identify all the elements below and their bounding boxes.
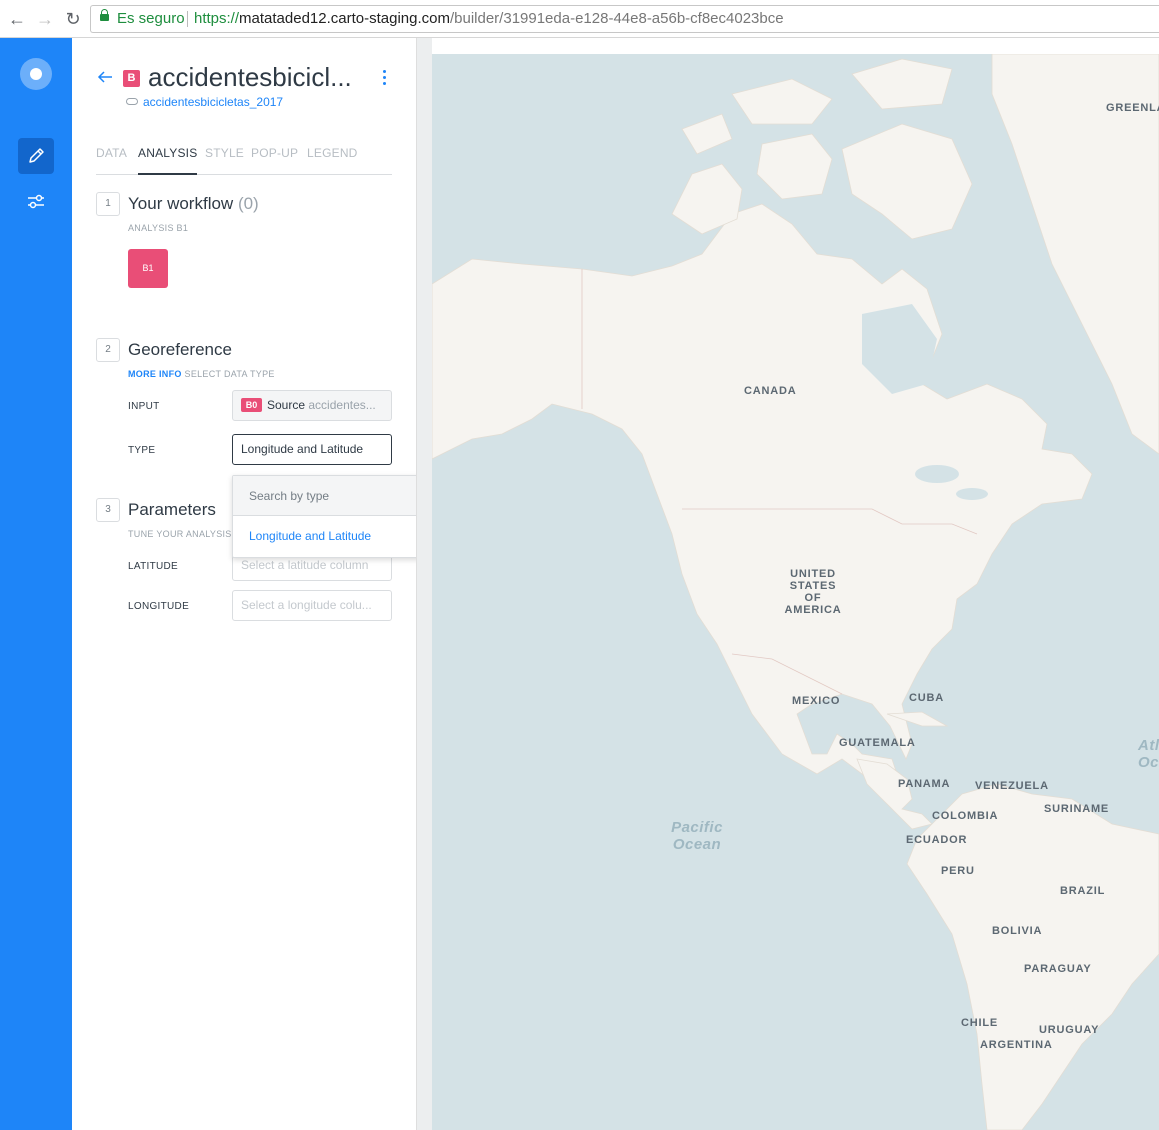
type-label: TYPE: [128, 445, 156, 456]
layer-panel: B accidentesbicicl... accidentesbiciclet…: [72, 38, 503, 1130]
source-badge: B0: [241, 398, 262, 412]
source-name: accidentes...: [308, 398, 376, 412]
map-label-colombia: COLOMBIA: [932, 810, 999, 822]
map-label-ecuador: ECUADOR: [906, 834, 968, 846]
left-rail: [0, 38, 72, 1130]
tab-legend[interactable]: LEGEND: [307, 146, 358, 175]
ocean-label-atlantic: Atl Oc: [1138, 737, 1159, 771]
url-host: matataded12.carto-staging.com: [239, 10, 450, 27]
workflow-count: (0): [237, 194, 259, 213]
map-label-chile: CHILE: [961, 1017, 998, 1029]
map-label-venezuela: VENEZUELA: [975, 780, 1049, 792]
settings-sliders-button[interactable]: [24, 190, 48, 214]
dataset-name: accidentesbicicletas_2017: [143, 95, 284, 109]
analysis-node-b1[interactable]: B1: [128, 249, 168, 288]
georeference-subtitle-text: SELECT DATA TYPE: [184, 369, 275, 379]
more-info-link[interactable]: MORE INFO: [128, 369, 182, 379]
map-label-uruguay: URUGUAY: [1039, 1024, 1100, 1036]
edit-pencil-button[interactable]: [18, 138, 54, 174]
browser-toolbar: ← → ↻ Es seguro https://matataded12.cart…: [0, 0, 1159, 38]
north-america-land: [432, 203, 1093, 800]
layer-title[interactable]: accidentesbicicl...: [148, 62, 352, 93]
step-number-3: 3: [96, 498, 120, 522]
step-number-1: 1: [96, 192, 120, 216]
map-label-bolivia: BOLIVIA: [992, 925, 1043, 937]
map-label-panama: PANAMA: [898, 778, 951, 790]
type-select[interactable]: Longitude and Latitude: [232, 434, 392, 465]
url-separator: [187, 11, 188, 27]
forward-nav-icon[interactable]: →: [34, 8, 56, 30]
input-label: INPUT: [128, 401, 160, 412]
georeference-title: Georeference: [128, 340, 232, 359]
map-canvas[interactable]: GREENLA CANADA UNITED STATES OF AMERICA …: [432, 54, 1159, 1130]
central-america-land: [856, 758, 933, 830]
map-label-argentina: ARGENTINA: [980, 1039, 1053, 1051]
parameters-title: Parameters: [128, 500, 216, 519]
url-path: /builder/31991eda-e128-44e8-a56b-cf8ec40…: [449, 10, 784, 27]
back-nav-icon[interactable]: ←: [6, 8, 28, 30]
latitude-label: LATITUDE: [128, 561, 178, 572]
reload-icon[interactable]: ↻: [62, 8, 84, 30]
map-label-guatemala: GUATEMALA: [839, 737, 916, 749]
input-source-field[interactable]: B0 Source accidentes...: [232, 390, 392, 421]
tab-analysis[interactable]: ANALYSIS: [138, 146, 198, 175]
layer-tabs: DATA ANALYSIS STYLE POP-UP LEGEND: [96, 146, 392, 175]
workflow-title-text: Your workflow: [128, 194, 234, 213]
longitude-select[interactable]: Select a longitude colu...: [232, 590, 392, 621]
dataset-link-icon: [126, 98, 138, 105]
pencil-icon: [29, 148, 44, 163]
parameters-subtitle: TUNE YOUR ANALYSIS: [128, 529, 232, 539]
map-label-canada: CANADA: [744, 385, 797, 397]
tab-data[interactable]: DATA: [96, 146, 127, 175]
ocean-label-pacific: Pacific Ocean: [671, 819, 723, 853]
step-number-2: 2: [96, 338, 120, 362]
url-text[interactable]: https://matataded12.carto-staging.com/bu…: [194, 6, 784, 32]
map-label-paraguay: PARAGUAY: [1024, 963, 1092, 975]
tab-style[interactable]: STYLE: [205, 146, 244, 175]
georeference-subtitle: MORE INFO SELECT DATA TYPE: [128, 369, 275, 379]
map-label-usa: UNITED STATES OF AMERICA: [784, 568, 842, 616]
map-label-greenland: GREENLA: [1106, 102, 1159, 114]
url-protocol: https://: [194, 10, 240, 27]
map-label-brazil: BRAZIL: [1060, 885, 1106, 897]
panel-divider: [416, 38, 432, 1130]
back-arrow-icon[interactable]: [96, 68, 114, 86]
dataset-link[interactable]: accidentesbicicletas_2017: [126, 95, 283, 109]
workflow-title: Your workflow (0): [128, 194, 259, 214]
secure-label: Es seguro: [117, 10, 185, 27]
longitude-label: LONGITUDE: [128, 601, 190, 612]
greenland-land: [991, 54, 1159, 455]
lock-icon: [100, 9, 109, 21]
workflow-subtitle: ANALYSIS B1: [128, 223, 189, 233]
address-bar[interactable]: Es seguro https://matataded12.carto-stag…: [90, 5, 1159, 33]
map-label-suriname: SURINAME: [1044, 803, 1110, 815]
map-label-mexico: MEXICO: [792, 695, 841, 707]
more-options-icon[interactable]: [379, 70, 389, 86]
sliders-icon: [28, 194, 44, 209]
map-label-cuba: CUBA: [909, 692, 944, 704]
source-label: Source: [267, 398, 306, 412]
carto-logo-icon[interactable]: [20, 58, 52, 90]
map-label-peru: PERU: [941, 865, 975, 877]
layer-letter-badge: B: [123, 70, 140, 87]
tab-popup[interactable]: POP-UP: [251, 146, 298, 175]
